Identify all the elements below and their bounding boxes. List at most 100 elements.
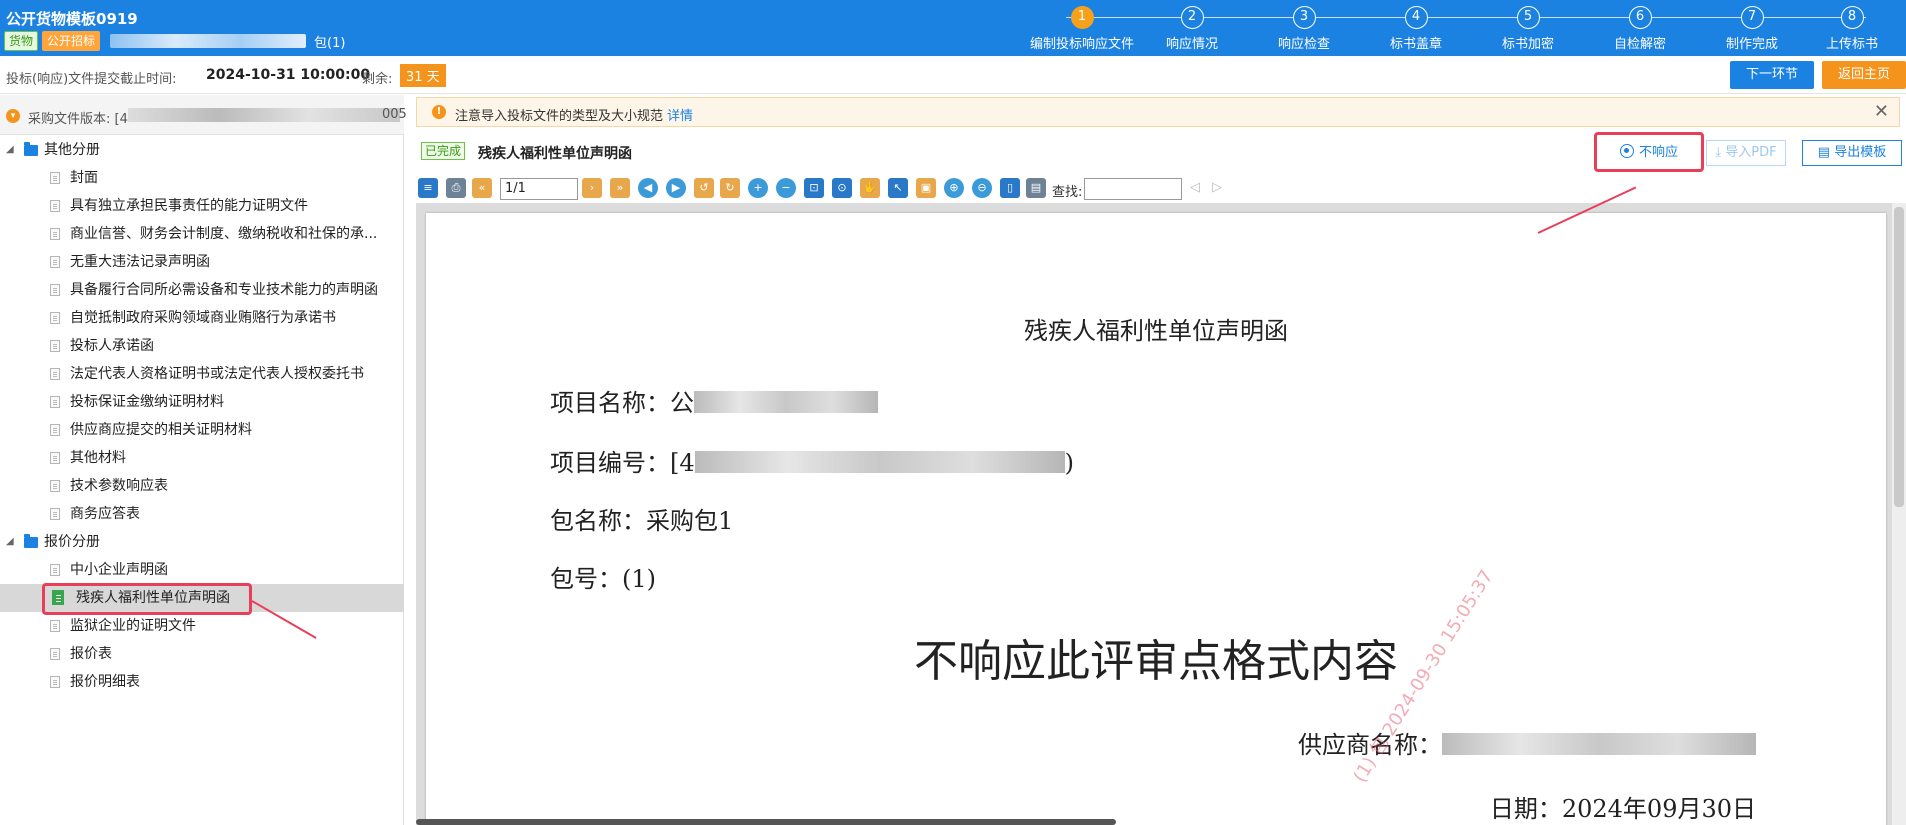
bookmark-icon[interactable]: ≡ [418,178,438,198]
deadline-time: 2024-10-31 10:00:00 [206,67,371,83]
tree-item-label: 法定代表人资格证明书或法定代表人授权委托书 [70,366,364,382]
select-tool-icon[interactable]: ↖ [888,178,908,198]
vertical-scrollbar-thumb[interactable] [1894,207,1904,507]
tree-item[interactable]: 报价明细表 [0,668,404,696]
document-icon [50,508,60,520]
back-icon[interactable]: ◀ [638,178,658,198]
tree-item[interactable]: 法定代表人资格证明书或法定代表人授权委托书 [0,360,404,388]
document-icon [50,620,60,632]
chevron-down-icon[interactable]: ▾ [6,109,20,123]
single-page-icon[interactable]: ▯ [1000,178,1020,198]
document-icon [50,564,60,576]
zoom-in-icon[interactable]: + [748,178,768,198]
date-line: 日期：2024年09月30日 [1489,795,1756,823]
step-2-label: 响应情况 [1165,37,1218,52]
tree-item[interactable]: 供应商应提交的相关证明材料 [0,416,404,444]
step-4[interactable]: 4 标书盖章 [1360,6,1472,52]
close-icon[interactable]: ✕ [1874,101,1889,122]
tree-item-label: 商务应答表 [70,506,140,522]
step-8[interactable]: 8 上传标书 [1796,6,1906,52]
next-step-button[interactable]: 下一环节 [1730,61,1814,89]
tree-group-label: 报价分册 [44,534,100,550]
tree-item[interactable]: 具备履行合同所必需设备和专业技术能力的声明函 [0,276,404,304]
step-2[interactable]: 2 响应情况 [1136,6,1248,52]
tree-item[interactable]: 自觉抵制政府采购领域商业贿赂行为承诺书 [0,304,404,332]
forward-icon[interactable]: ▶ [666,178,686,198]
step-7-label: 制作完成 [1725,37,1778,52]
next-page-icon[interactable]: › [582,178,602,198]
tree-item[interactable]: 商业信誉、财务会计制度、缴纳税收和社保的承... [0,220,404,248]
tree-item-label: 无重大违法记录声明函 [70,254,210,270]
zoom-out-icon[interactable]: − [776,178,796,198]
tree-item[interactable]: 封面 [0,164,404,192]
find-input[interactable] [1084,178,1182,200]
import-pdf-label: 导入PDF [1725,145,1777,160]
project-name-label: 项目名称：公 [550,389,694,417]
tree-item[interactable]: 投标人承诺函 [0,332,404,360]
page-number-input[interactable]: 1/1 [500,178,578,200]
magnify-out-icon[interactable]: ⊖ [972,178,992,198]
pdf-toolbar: ≡ ⎙ « 1/1 › » ◀ ▶ ↺ ↻ + − ⊡ ⊙ ✋ ↖ ▣ ⊕ ⊖ … [416,172,1906,202]
progress-steps: 1 编制投标响应文件 2 响应情况 3 响应检查 4 标书盖章 5 标书加密 6… [1026,6,1906,52]
caret-down-icon[interactable]: ◢ [6,528,14,556]
tree-item[interactable]: 报价表 [0,640,404,668]
tree-group-other[interactable]: ◢ 其他分册 [0,136,404,164]
tree-item[interactable]: 无重大违法记录声明函 [0,248,404,276]
radio-icon [1619,144,1634,158]
tree-item[interactable]: 监狱企业的证明文件 [0,612,404,640]
tree-item-selected[interactable]: 残疾人福利性单位声明函 [0,584,404,612]
step-1-label: 编制投标响应文件 [1029,37,1134,52]
horizontal-scrollbar[interactable] [416,819,1116,825]
hand-tool-icon[interactable]: ✋ [860,178,880,198]
package-number-line: 包号：(1) [550,565,656,593]
notice-details-link[interactable]: 详情 [667,109,693,124]
step-1[interactable]: 1 编制投标响应文件 [1026,6,1138,52]
step-5[interactable]: 5 标书加密 [1472,6,1584,52]
tree-group-quote[interactable]: ◢ 报价分册 [0,528,404,556]
clipboard-icon[interactable]: ▣ [916,178,936,198]
return-home-button[interactable]: 返回主页 [1822,61,1906,89]
rotate-right-icon[interactable]: ↻ [720,178,740,198]
tree-item[interactable]: 具有独立承担民事责任的能力证明文件 [0,192,404,220]
first-page-icon[interactable]: « [472,178,492,198]
document-icon [50,284,60,296]
find-prev-icon[interactable]: ◁ [1190,180,1200,195]
export-template-button[interactable]: ▤ 导出模板 [1802,140,1902,166]
tag-goods: 货物 [4,31,39,51]
import-pdf-button[interactable]: ⤓ 导入PDF [1706,140,1786,166]
status-badge: 已完成 [421,142,466,160]
vertical-scrollbar-track[interactable] [1892,203,1906,825]
magnify-in-icon[interactable]: ⊕ [944,178,964,198]
pdf-viewer[interactable]: 残疾人福利性单位声明函 项目名称：公 项目编号：[4) 包名称：采购包1 包号：… [416,203,1906,825]
notice-message: 注意导入投标文件的类型及大小规范 [455,109,664,124]
no-response-radio[interactable]: 不响应 [1602,140,1696,166]
step-6[interactable]: 6 自检解密 [1584,6,1696,52]
tree-item[interactable]: 其他材料 [0,444,404,472]
redacted-project-number [694,451,1065,473]
document-icon [50,200,60,212]
redacted-project-name [694,391,878,413]
document-icon [50,480,60,492]
continuous-page-icon[interactable]: ▤ [1026,178,1046,198]
print-icon[interactable]: ⎙ [446,178,466,198]
last-page-icon[interactable]: » [610,178,630,198]
tree-item[interactable]: 投标保证金缴纳证明材料 [0,388,404,416]
caret-down-icon[interactable]: ◢ [6,136,14,164]
upload-icon: ⤓ [1715,145,1722,160]
step-3[interactable]: 3 响应检查 [1248,6,1360,52]
document-icon [50,340,60,352]
fit-width-icon[interactable]: ⊙ [832,178,852,198]
tree-item[interactable]: 中小企业声明函 [0,556,404,584]
step-7[interactable]: 7 制作完成 [1696,6,1808,52]
rotate-left-icon[interactable]: ↺ [694,178,714,198]
fit-page-icon[interactable]: ⊡ [804,178,824,198]
tree-item[interactable]: 商务应答表 [0,500,404,528]
folder-icon [24,534,38,548]
deadline-bar: 投标(响应)文件提交截止时间: 2024-10-31 10:00:00 剩余: … [0,56,1906,94]
tree-item[interactable]: 技术参数响应表 [0,472,404,500]
step-8-circle: 8 [1840,6,1864,29]
document-icon [50,172,60,184]
deadline-label: 投标(响应)文件提交截止时间: [6,72,177,87]
find-next-icon[interactable]: ▷ [1212,180,1222,195]
document-icon [50,424,60,436]
